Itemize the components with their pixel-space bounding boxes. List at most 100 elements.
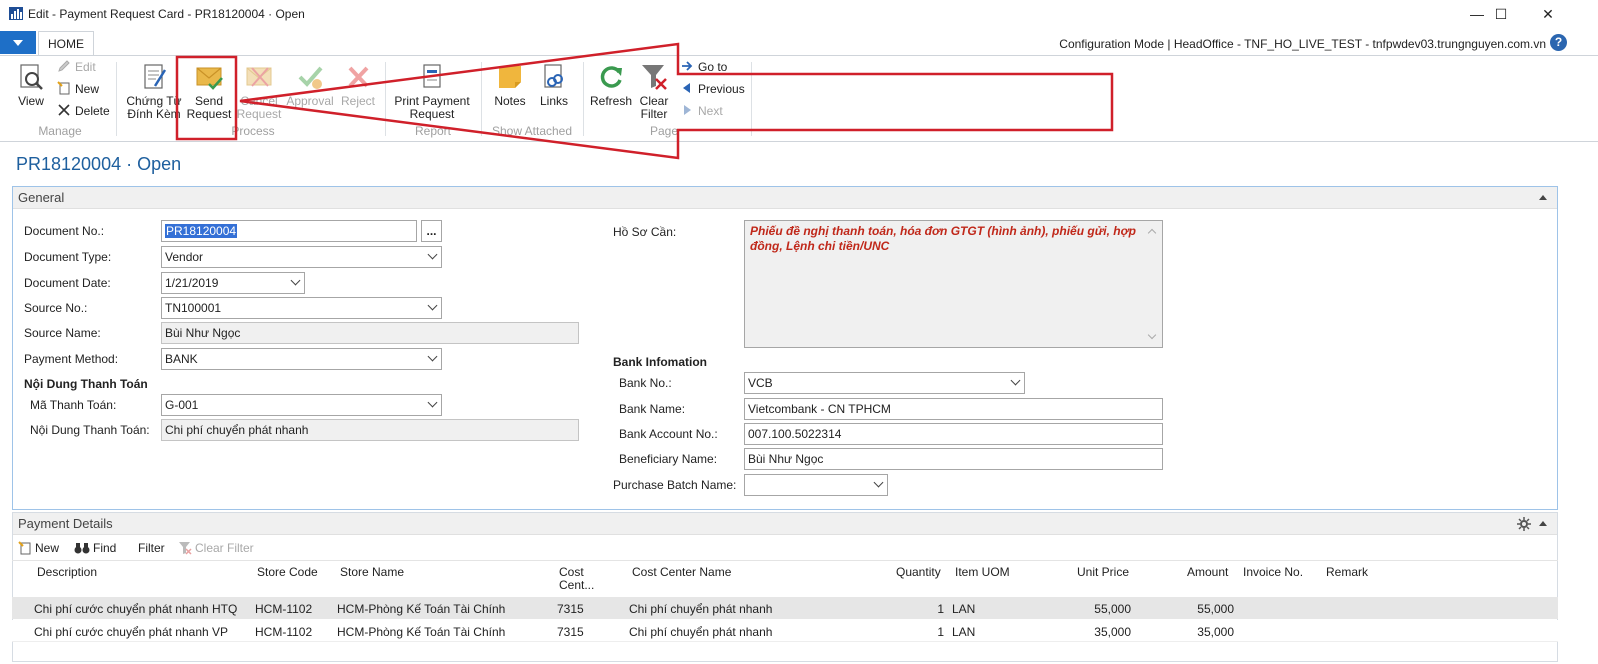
chevron-down-icon bbox=[427, 300, 438, 311]
document-no-label: Document No.: bbox=[24, 224, 105, 238]
cell-item-uom: LAN bbox=[952, 602, 976, 616]
lines-clear-filter-button[interactable]: Clear Filter bbox=[178, 541, 254, 555]
maximize-button[interactable]: ☐ bbox=[1478, 0, 1524, 28]
tab-home[interactable]: HOME bbox=[38, 31, 94, 57]
lines-new-button[interactable]: New bbox=[18, 541, 59, 555]
previous-label: Previous bbox=[698, 82, 745, 96]
cell-cost-center-name: Chi phí chuyển phát nhanh bbox=[629, 625, 773, 639]
lines-find-button[interactable]: Find bbox=[74, 541, 116, 555]
cancel-request-label-1: Cancel bbox=[240, 94, 278, 108]
new-button[interactable]: New bbox=[57, 80, 99, 98]
collapse-icon[interactable] bbox=[1539, 195, 1547, 200]
pencil-icon bbox=[58, 60, 70, 72]
approval-button[interactable]: Approval bbox=[284, 62, 336, 108]
table-row[interactable] bbox=[12, 597, 1558, 619]
bank-no-label: Bank No.: bbox=[619, 376, 672, 390]
col-quantity[interactable]: Quantity bbox=[896, 566, 941, 579]
reject-button[interactable]: Reject bbox=[338, 62, 378, 108]
edit-button[interactable]: Edit bbox=[57, 58, 96, 76]
col-description[interactable]: Description bbox=[37, 566, 97, 579]
bank-no-select[interactable]: VCB bbox=[744, 372, 1025, 394]
notes-icon bbox=[499, 66, 521, 88]
scroll-up-icon[interactable] bbox=[1147, 228, 1157, 238]
triangle-right-icon bbox=[684, 105, 691, 115]
bank-name-label: Bank Name: bbox=[619, 402, 686, 416]
bank-no-value: VCB bbox=[748, 376, 773, 390]
previous-button[interactable]: Previous bbox=[680, 80, 745, 98]
group-process-label: Process bbox=[231, 124, 275, 138]
bank-name-field[interactable]: Vietcombank - CN TPHCM bbox=[744, 398, 1163, 420]
cell-store-name: HCM-Phòng Kế Toán Tài Chính bbox=[337, 602, 506, 616]
ho-so-can-field[interactable]: Phiếu đề nghị thanh toán, hóa đơn GTGT (… bbox=[744, 220, 1163, 348]
noi-dung-label: Nội Dung Thanh Toán: bbox=[30, 423, 150, 437]
cell-amount: 55,000 bbox=[1197, 602, 1234, 616]
gear-icon[interactable] bbox=[1517, 517, 1531, 531]
beneficiary-field[interactable]: Bùi Như Ngọc bbox=[744, 448, 1163, 470]
close-button[interactable]: ✕ bbox=[1525, 0, 1571, 28]
collapse-icon[interactable] bbox=[1539, 521, 1547, 526]
ribbon-separator bbox=[116, 62, 117, 136]
payment-method-select[interactable]: BANK bbox=[161, 348, 442, 370]
col-invoice-no[interactable]: Invoice No. bbox=[1243, 566, 1303, 579]
view-icon bbox=[20, 64, 43, 90]
send-request-button[interactable]: Send Request bbox=[184, 62, 234, 121]
print-payment-request-button[interactable]: Print Payment Request bbox=[392, 62, 472, 121]
payment-method-value: BANK bbox=[165, 352, 198, 366]
col-cost-center-name[interactable]: Cost Center Name bbox=[632, 566, 731, 579]
document-no-field[interactable]: PR18120004 bbox=[161, 220, 417, 242]
chung-tu-label-2: Đính Kèm bbox=[127, 107, 181, 121]
document-date-field[interactable]: 1/21/2019 bbox=[161, 272, 305, 294]
source-no-value: TN100001 bbox=[165, 301, 222, 315]
source-no-select[interactable]: TN100001 bbox=[161, 297, 442, 319]
delete-button[interactable]: Delete bbox=[57, 102, 110, 120]
links-button[interactable]: Links bbox=[536, 62, 572, 108]
connection-info: Configuration Mode | HeadOffice - TNF_HO… bbox=[1059, 37, 1546, 51]
next-button[interactable]: Next bbox=[680, 102, 723, 120]
cancel-request-button[interactable]: Cancel Request bbox=[236, 62, 282, 121]
attachment-document-icon bbox=[144, 64, 167, 89]
chevron-down-icon bbox=[427, 397, 438, 408]
lines-filter-button[interactable]: Filter bbox=[138, 541, 165, 555]
help-icon[interactable]: ? bbox=[1550, 34, 1567, 51]
purchase-batch-select[interactable] bbox=[744, 474, 888, 496]
cell-unit-price: 55,000 bbox=[1094, 602, 1131, 616]
col-cost-center[interactable]: Cost Cent... bbox=[559, 566, 594, 592]
ma-thanh-toan-value: G-001 bbox=[165, 398, 199, 412]
purchase-batch-label: Purchase Batch Name: bbox=[613, 478, 737, 492]
noi-dung-group-header: Nội Dung Thanh Toán bbox=[24, 377, 148, 391]
document-no-value: PR18120004 bbox=[165, 224, 238, 238]
ma-thanh-toan-label: Mã Thanh Toán: bbox=[30, 398, 117, 412]
cell-description: Chi phí cước chuyển phát nhanh VP bbox=[34, 625, 229, 639]
col-store-code[interactable]: Store Code bbox=[257, 566, 318, 579]
refresh-button[interactable]: Refresh bbox=[589, 62, 633, 108]
bank-account-field[interactable]: 007.100.5022314 bbox=[744, 423, 1163, 445]
clear-filter-label-2: Filter bbox=[640, 107, 668, 121]
document-type-select[interactable]: Vendor bbox=[161, 246, 442, 268]
lines-clear-filter-label: Clear Filter bbox=[195, 541, 254, 555]
clear-filter-button[interactable]: Clear Filter bbox=[636, 62, 672, 121]
approval-label: Approval bbox=[286, 94, 334, 108]
col-item-uom[interactable]: Item UOM bbox=[955, 566, 1010, 579]
document-no-assist-button[interactable]: ... bbox=[421, 220, 442, 242]
scroll-down-icon[interactable] bbox=[1147, 330, 1157, 340]
notes-button[interactable]: Notes bbox=[491, 62, 529, 108]
payment-details-header[interactable]: Payment Details bbox=[13, 513, 1557, 535]
view-button[interactable]: View bbox=[14, 62, 48, 108]
notes-label: Notes bbox=[494, 94, 526, 108]
clear-filter-icon bbox=[179, 542, 192, 555]
page-title: PR18120004 · Open bbox=[16, 154, 182, 174]
ma-thanh-toan-select[interactable]: G-001 bbox=[161, 394, 442, 416]
file-menu-button[interactable] bbox=[0, 31, 36, 54]
col-unit-price[interactable]: Unit Price bbox=[1077, 566, 1129, 579]
payment-details-caption: Payment Details bbox=[18, 516, 113, 531]
col-remark[interactable]: Remark bbox=[1326, 566, 1368, 579]
go-to-button[interactable]: Go to bbox=[680, 58, 727, 76]
new-document-icon bbox=[57, 81, 70, 95]
table-row[interactable] bbox=[12, 620, 1558, 642]
cell-cost-center: 7315 bbox=[557, 602, 584, 616]
ribbon-separator bbox=[583, 62, 584, 136]
general-fasttab-header[interactable]: General bbox=[13, 187, 1557, 209]
col-store-name[interactable]: Store Name bbox=[340, 566, 404, 579]
chung-tu-dinh-kem-button[interactable]: Chứng Từ Đính Kèm bbox=[124, 62, 184, 121]
col-amount[interactable]: Amount bbox=[1187, 566, 1228, 579]
